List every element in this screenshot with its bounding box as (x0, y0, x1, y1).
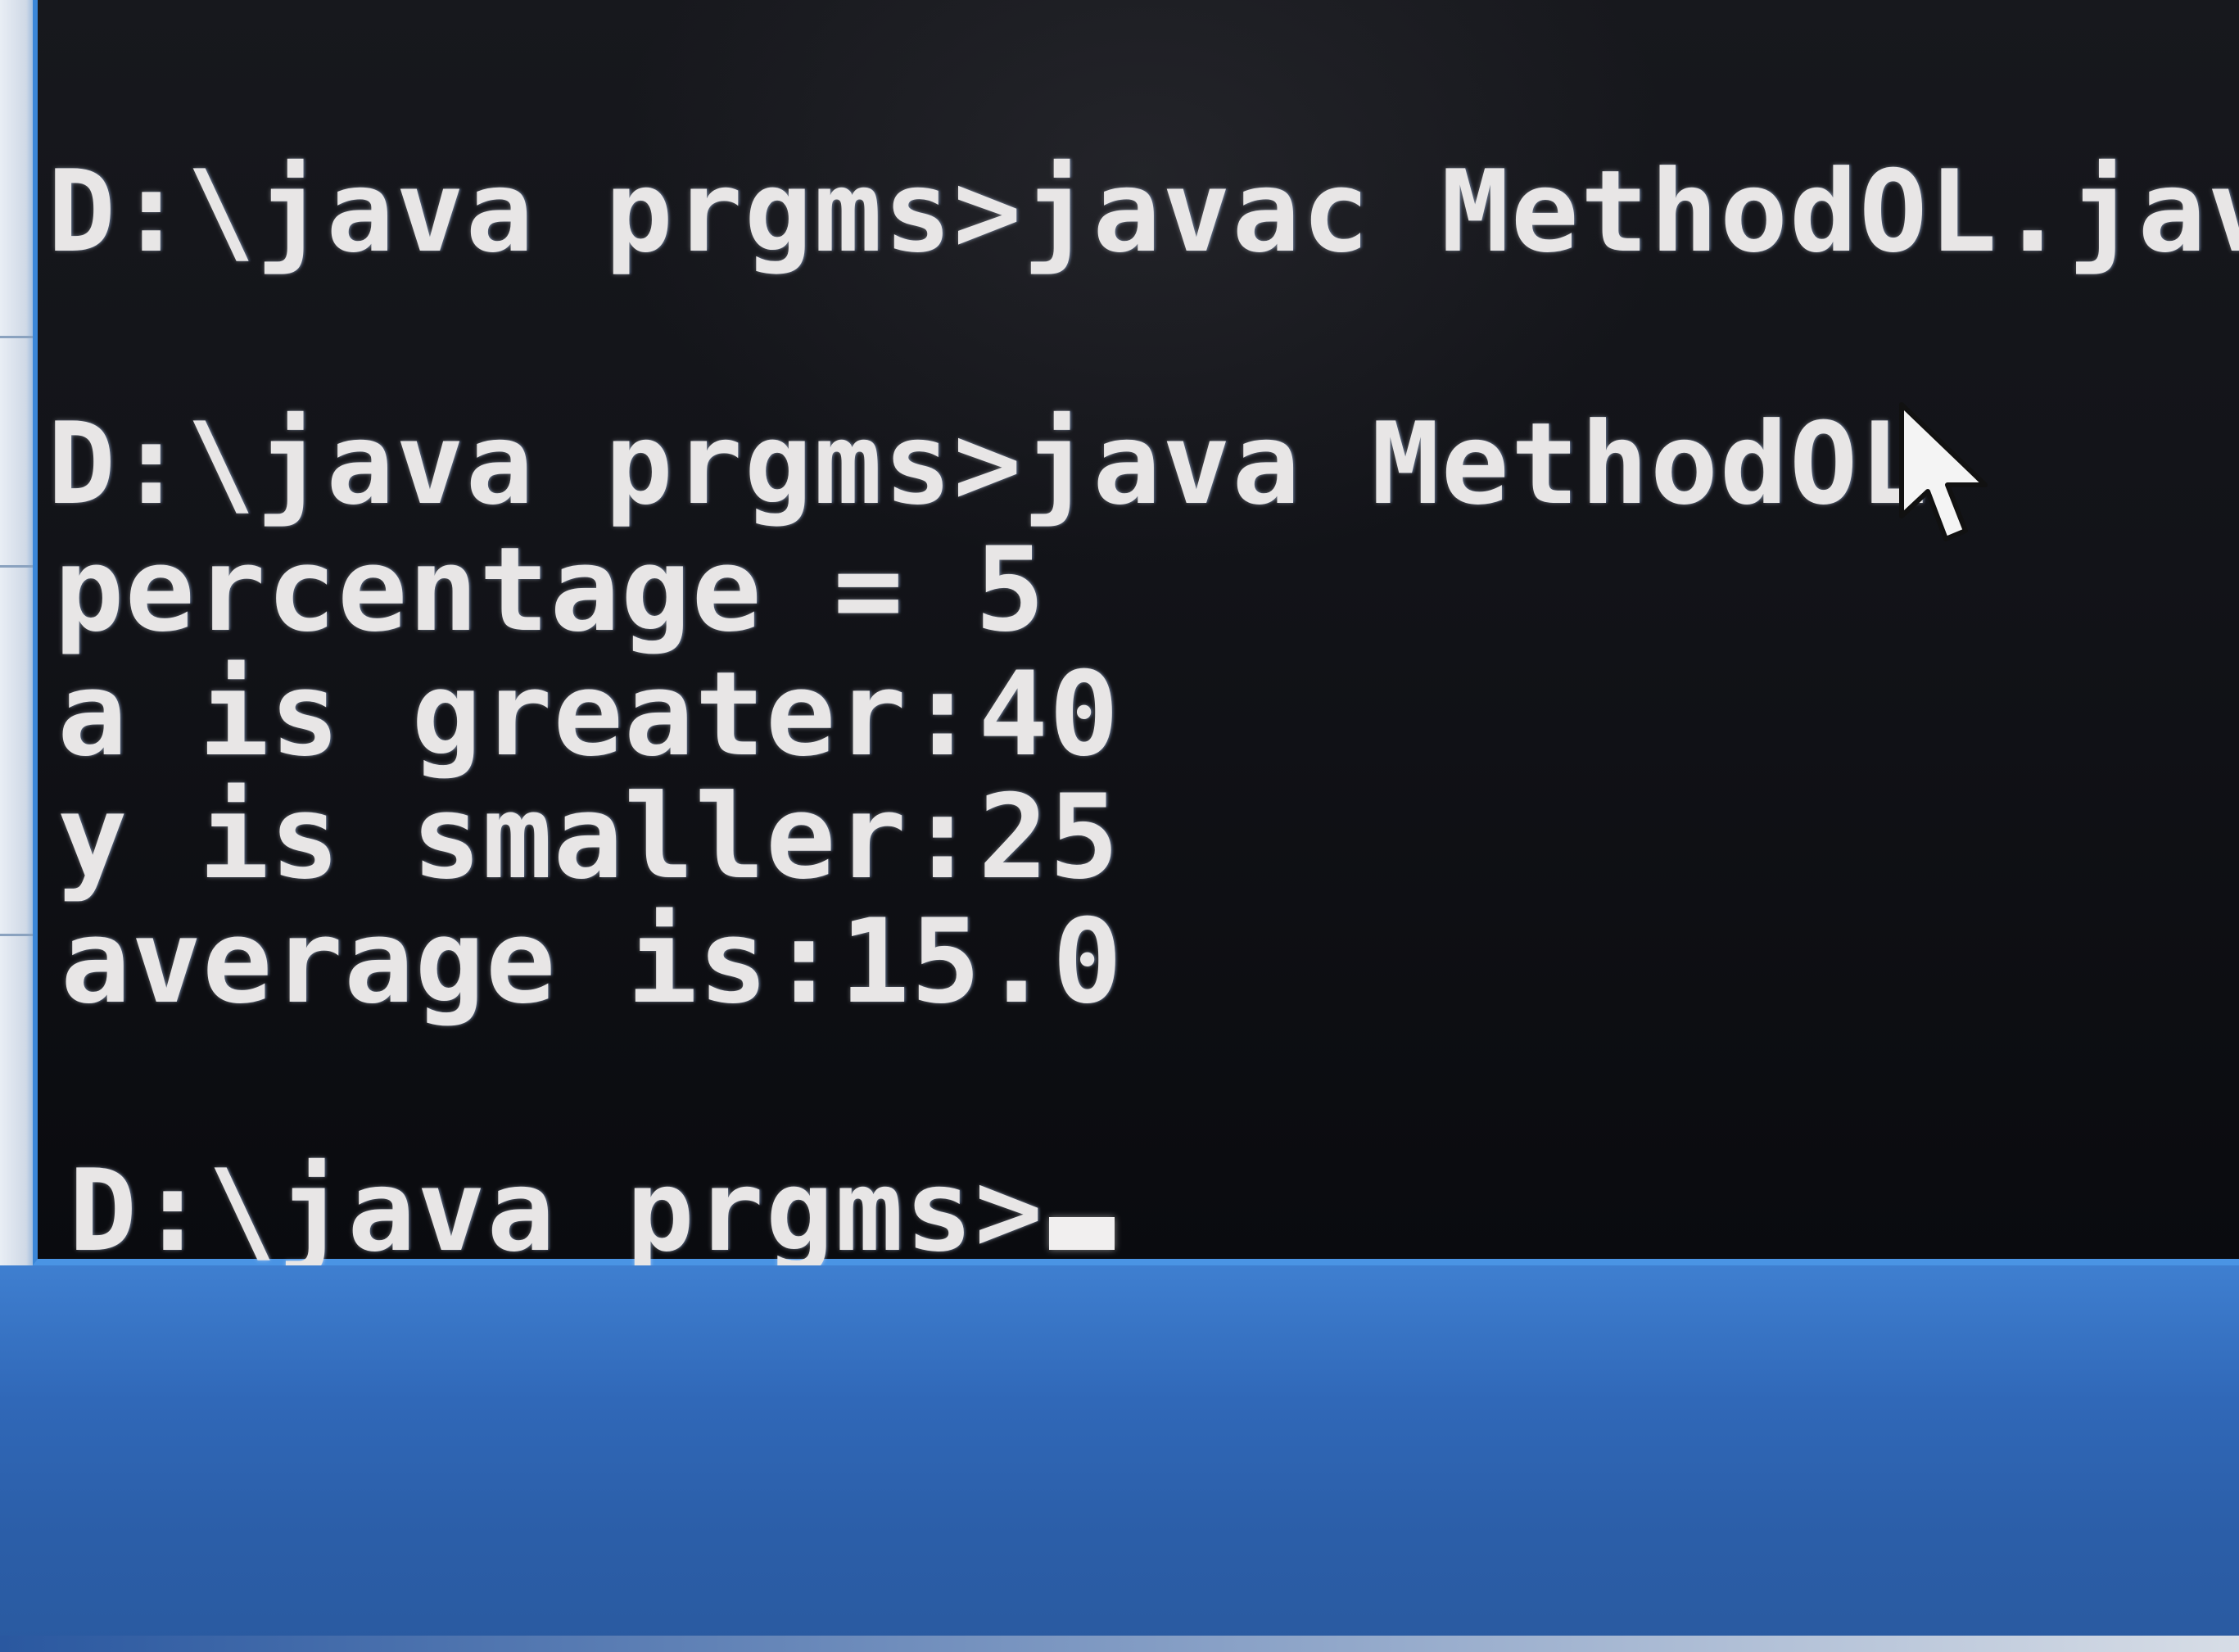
terminal-line: D:\java prgms>java MethodOL (47, 398, 1929, 530)
terminal-line: D:\java prgms>javac MethodOL.java (47, 146, 2239, 278)
terminal-output[interactable]: D:\java prgms>javac MethodOL.java D:\jav… (47, 106, 2239, 1268)
terminal-prompt: D:\java prgms> (69, 1145, 1045, 1277)
terminal-line: percentage = 5 (54, 523, 1046, 658)
photo-of-screen: D:\java prgms>javac MethodOL.java D:\jav… (0, 0, 2239, 1652)
block-caret-icon (1049, 1217, 1115, 1250)
taskbar[interactable] (0, 1265, 2239, 1652)
terminal-line: y is smaller:25 (57, 770, 1120, 905)
window-edge-notch (0, 934, 33, 936)
terminal-line: average is:15.0 (61, 894, 1124, 1030)
taskbar-bottom-strip (0, 1636, 2239, 1652)
window-edge-notch (0, 565, 33, 568)
terminal-line: a is greater:40 (57, 647, 1120, 782)
arrow-pointer-icon (1899, 402, 1988, 541)
terminal-prompt-line[interactable]: D:\java prgms> (69, 1155, 1115, 1268)
command-prompt-window[interactable]: D:\java prgms>javac MethodOL.java D:\jav… (33, 0, 2239, 1268)
window-edge-notch (0, 336, 33, 338)
